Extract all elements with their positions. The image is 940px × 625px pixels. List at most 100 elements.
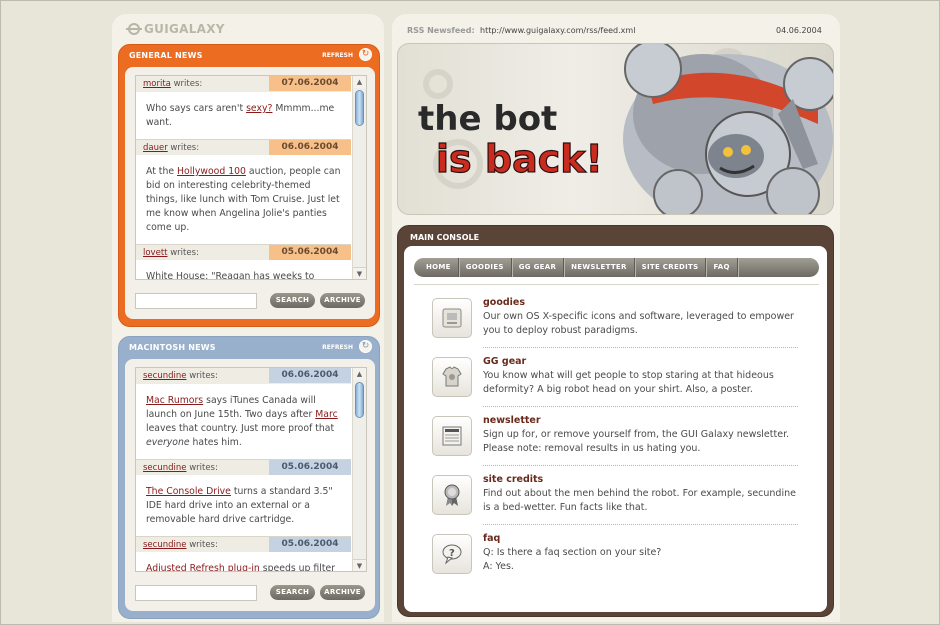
tab-faq[interactable]: FAQ: [706, 258, 738, 277]
software-box-icon[interactable]: [432, 298, 472, 338]
scrollbar[interactable]: ▲ ▼: [352, 76, 366, 279]
item-title[interactable]: faq: [483, 533, 500, 544]
news-link[interactable]: Marc: [315, 409, 337, 420]
tab-site-credits[interactable]: SITE CREDITS: [635, 258, 707, 277]
console-item-newsletter[interactable]: newsletter Sign up for, or remove yourse…: [414, 412, 800, 470]
item-title[interactable]: goodies: [483, 297, 525, 308]
news-text: speeds up filter: [259, 563, 336, 572]
refresh-icon[interactable]: ↻: [359, 48, 372, 61]
author-link[interactable]: secundine: [143, 463, 186, 473]
news-date: 05.06.2004: [269, 460, 351, 475]
newspaper-icon[interactable]: [432, 416, 472, 456]
scroll-up-arrow-icon[interactable]: ▲: [353, 368, 366, 380]
news-text: hates him.: [189, 437, 242, 448]
scroll-down-arrow-icon[interactable]: ▼: [353, 267, 366, 279]
writes-label: writes:: [189, 463, 218, 473]
news-author: secundine writes:: [143, 540, 218, 550]
news-link[interactable]: The Console Drive: [146, 486, 231, 497]
robot-banner-art: the bot is back!: [418, 44, 833, 214]
news-date: 05.06.2004: [269, 537, 351, 552]
item-title[interactable]: site credits: [483, 474, 543, 485]
news-date: 06.06.2004: [269, 368, 351, 383]
news-date: 07.06.2004: [269, 76, 351, 91]
news-list-box: secundine writes: 06.06.2004 Mac Rumors …: [135, 367, 367, 572]
console-item-gg-gear[interactable]: GG gear You know what will get people to…: [414, 353, 800, 411]
writes-label: writes:: [170, 248, 199, 258]
archive-button[interactable]: ARCHIVE: [320, 585, 365, 600]
archive-button[interactable]: ARCHIVE: [320, 293, 365, 308]
news-link[interactable]: Hollywood 100: [177, 166, 246, 177]
speech-bubble-question-icon[interactable]: ?: [432, 534, 472, 574]
panel-body: secundine writes: 06.06.2004 Mac Rumors …: [125, 359, 375, 611]
rss-label: RSS Newsfeed:: [407, 26, 475, 35]
console-nav-tabs: HOME GOODIES GG GEAR NEWSLETTER SITE CRE…: [414, 258, 819, 277]
main-console-panel: MAIN CONSOLE HOME GOODIES GG GEAR NEWSLE…: [397, 225, 834, 617]
scroll-thumb[interactable]: [355, 382, 364, 418]
news-text: leaves that country. Just more proof tha…: [146, 423, 335, 434]
robot-illustration: [623, 44, 833, 214]
news-author: secundine writes:: [143, 371, 218, 381]
author-link[interactable]: secundine: [143, 540, 186, 550]
writes-label: writes:: [189, 540, 218, 550]
scroll-down-arrow-icon[interactable]: ▼: [353, 559, 366, 571]
news-item-body: At the Hollywood 100 auction, people can…: [136, 155, 351, 244]
author-link[interactable]: morita: [143, 79, 171, 89]
svg-text:?: ?: [449, 548, 455, 559]
news-item-body: Who says cars aren't sexy? Mmmm...me wan…: [136, 92, 351, 139]
news-item-header: secundine writes: 05.06.2004: [136, 459, 351, 475]
refresh-label[interactable]: REFRESH: [322, 344, 353, 351]
author-link[interactable]: dauer: [143, 143, 168, 153]
news-date: 05.06.2004: [269, 245, 351, 260]
scroll-thumb[interactable]: [355, 90, 364, 126]
writes-label: writes:: [170, 143, 200, 153]
item-title[interactable]: GG gear: [483, 356, 526, 367]
tab-newsletter[interactable]: NEWSLETTER: [564, 258, 635, 277]
news-item-header: lovett writes: 05.06.2004: [136, 244, 351, 260]
writes-label: writes:: [189, 371, 218, 381]
divider: [483, 465, 798, 466]
scrollbar[interactable]: ▲ ▼: [352, 368, 366, 571]
console-item-goodies[interactable]: goodies Our own OS X-specific icons and …: [414, 294, 800, 352]
site-logo[interactable]: GUIGALAXY: [126, 20, 225, 38]
news-author: secundine writes:: [143, 463, 218, 473]
news-text: At the: [146, 166, 178, 177]
item-title[interactable]: newsletter: [483, 415, 541, 426]
search-button[interactable]: SEARCH: [270, 585, 315, 600]
news-link[interactable]: Mac Rumors: [146, 395, 203, 406]
item-description: Sign up for, or remove yourself from, th…: [483, 429, 790, 454]
tab-gg-gear[interactable]: GG GEAR: [512, 258, 565, 277]
console-item-site-credits[interactable]: site credits Find out about the men behi…: [414, 471, 800, 529]
ribbon-award-icon[interactable]: [432, 475, 472, 515]
banner-title-line1: the bot: [418, 99, 557, 139]
refresh-icon[interactable]: ↻: [359, 340, 372, 353]
news-link[interactable]: Adjusted Refresh plug-in: [146, 563, 260, 571]
item-description: Our own OS X-specific icons and software…: [483, 311, 794, 336]
divider: [483, 406, 798, 407]
tab-goodies[interactable]: GOODIES: [459, 258, 512, 277]
tshirt-icon[interactable]: [432, 357, 472, 397]
logo-text: GUIGALAXY: [144, 22, 225, 36]
search-button[interactable]: SEARCH: [270, 293, 315, 308]
news-link[interactable]: sexy?: [246, 103, 272, 114]
console-body: HOME GOODIES GG GEAR NEWSLETTER SITE CRE…: [404, 246, 827, 612]
console-item-faq[interactable]: ? faq Q: Is there a faq section on your …: [414, 530, 800, 588]
divider: [414, 284, 819, 285]
current-date: 04.06.2004: [776, 26, 822, 35]
rss-url-link[interactable]: http://www.guigalaxy.com/rss/feed.xml: [480, 26, 635, 35]
item-description: Find out about the men behind the robot.…: [483, 488, 796, 513]
author-link[interactable]: secundine: [143, 371, 186, 381]
news-list: secundine writes: 06.06.2004 Mac Rumors …: [136, 368, 351, 572]
news-list-box: morita writes: 07.06.2004 Who says cars …: [135, 75, 367, 280]
hero-banner[interactable]: the bot is back!: [397, 43, 834, 215]
news-item-body: Adjusted Refresh plug-in speeds up filte…: [136, 552, 351, 572]
news-search-input[interactable]: [135, 585, 257, 601]
scroll-up-arrow-icon[interactable]: ▲: [353, 76, 366, 88]
news-text: White House: "Reagan has weeks to: [146, 271, 315, 280]
tab-home[interactable]: HOME: [422, 258, 459, 277]
author-link[interactable]: lovett: [143, 248, 168, 258]
news-text: Who says cars aren't: [146, 103, 247, 114]
item-description: You know what will get people to stop st…: [483, 370, 774, 395]
news-author: dauer writes:: [143, 143, 199, 153]
refresh-label[interactable]: REFRESH: [322, 52, 353, 59]
news-search-input[interactable]: [135, 293, 257, 309]
